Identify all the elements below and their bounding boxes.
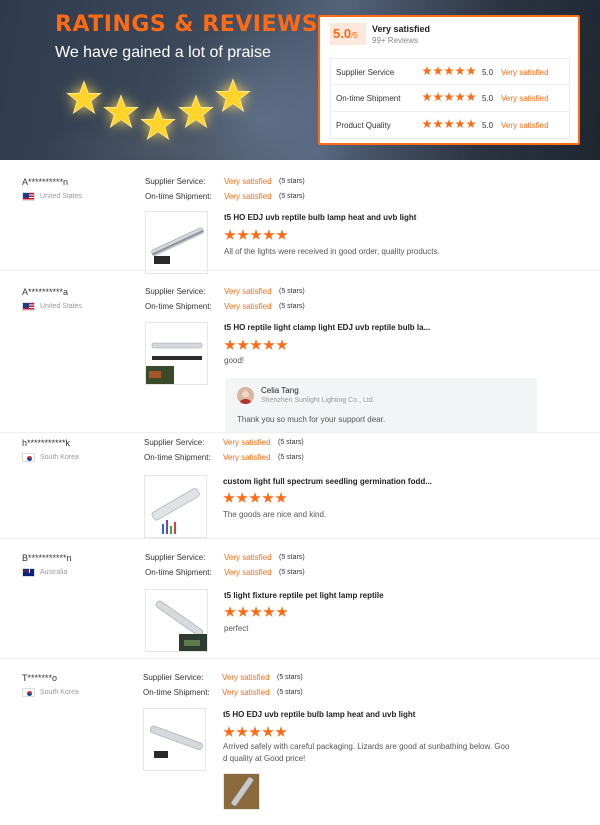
lamp-fixture-image [144,709,205,770]
reviewer-country: South Korea [22,453,79,462]
summary-row-label: Supplier Service [336,68,395,77]
review-photo-thumbnail[interactable] [223,773,260,810]
kr-flag-icon [22,453,35,462]
au-flag-icon [22,568,35,577]
review-count: 99+ Reviews [372,36,419,45]
hero-title: RATINGS & REVIEWS [55,12,319,37]
us-flag-icon [22,302,35,311]
five-star-rating-icon [224,339,288,351]
review-comment: All of the lights were received in good … [224,247,440,256]
reviewer-country: United States [22,192,82,201]
reviewer-country: United States [22,302,82,311]
reply-text: Thank you so much for your support dear. [237,415,386,424]
review-divider [0,432,600,433]
five-star-rating-icon [224,229,288,241]
review-photo-image [224,774,259,809]
product-title-link[interactable]: t5 HO reptile light clamp light EDJ uvb … [224,323,430,332]
country-name: United States [40,193,83,200]
reviewer-country: South Korea [22,688,79,697]
reviewer-name: h***********k [22,438,71,448]
five-star-rating-icon [223,726,287,738]
overall-satisfaction: Very satisfied [372,24,431,34]
glowing-star-icon [103,94,139,129]
review-comment: perfect [224,624,249,633]
hero-subtitle: We have gained a lot of praise [55,44,271,61]
summary-row-satisfaction: Very satisfied [501,68,549,77]
country-name: South Korea [40,454,79,461]
reply-author-name: Celia Tang [261,386,299,395]
country-name: South Korea [40,689,79,696]
product-thumbnail[interactable] [145,589,208,652]
reviewer-name: B***********n [22,553,72,563]
five-star-rating-icon [422,92,476,102]
summary-row-on-time-shipment: On-time Shipment 5.0 Very satisfied [330,85,570,112]
rating-summary-card: 5.0/5 Very satisfied 99+ Reviews Supplie… [318,15,580,145]
summary-row-product-quality: Product Quality 5.0 Very satisfied [330,112,570,139]
glowing-star-icon [66,80,102,115]
country-name: Australia [40,569,68,576]
lamp-fixture-image [146,590,207,651]
glowing-star-icon [140,106,176,141]
summary-row-satisfaction: Very satisfied [501,94,549,103]
product-title-link[interactable]: t5 light fixture reptile pet light lamp … [224,591,384,600]
product-thumbnail[interactable] [145,211,208,274]
reviewer-country: Australia [22,568,67,577]
five-star-rating-icon [422,119,476,129]
reply-author-company: Shenzhen Sunlight Lighting Co., Ltd. [261,397,375,404]
review-comment-line-1: Arrived safely with careful packaging. L… [223,742,510,751]
review-divider [0,538,600,539]
country-name: United States [40,303,83,310]
reviewer-name: T*******o [22,673,58,683]
grow-light-image [145,476,206,537]
product-title-link[interactable]: t5 HO EDJ uvb reptile bulb lamp heat and… [224,213,416,222]
five-star-rating-icon [223,492,287,504]
summary-row-label: On-time Shipment [336,94,401,103]
lamp-fixture-image [146,212,207,273]
reviewer-name: A**********n [22,177,69,187]
avatar [237,387,254,404]
reviewer-name: A**********a [22,287,69,297]
glowing-star-icon [215,78,251,113]
review-divider [0,270,600,271]
review-comment: good! [224,356,245,365]
seller-reply: Celia Tang Shenzhen Sunlight Lighting Co… [225,378,537,432]
product-thumbnail[interactable] [144,475,207,538]
ratings-hero-banner: RATINGS & REVIEWS We have gained a lot o… [0,0,600,160]
review-comment-line-2: d quality at Good price! [223,754,306,763]
product-title-link[interactable]: custom light full spectrum seedling germ… [223,477,432,486]
summary-row-score: 5.0 [482,94,494,103]
summary-rating-table: Supplier Service 5.0 Very satisfied On-t… [330,58,570,139]
review-comment: The goods are nice and kind. [223,510,327,519]
summary-row-label: Product Quality [336,121,391,130]
product-thumbnail[interactable] [145,322,208,385]
lamp-fixture-image [146,323,207,384]
glowing-star-icon [178,94,214,129]
summary-row-score: 5.0 [482,68,494,77]
review-divider [0,658,600,659]
overall-score-badge: 5.0/5 [330,23,366,45]
product-title-link[interactable]: t5 HO EDJ uvb reptile bulb lamp heat and… [223,710,415,719]
five-star-rating-icon [422,66,476,76]
kr-flag-icon [22,688,35,697]
summary-row-supplier-service: Supplier Service 5.0 Very satisfied [330,58,570,85]
product-thumbnail[interactable] [143,708,206,771]
five-star-rating-icon [224,606,288,618]
us-flag-icon [22,192,35,201]
summary-row-satisfaction: Very satisfied [501,121,549,130]
summary-row-score: 5.0 [482,121,494,130]
